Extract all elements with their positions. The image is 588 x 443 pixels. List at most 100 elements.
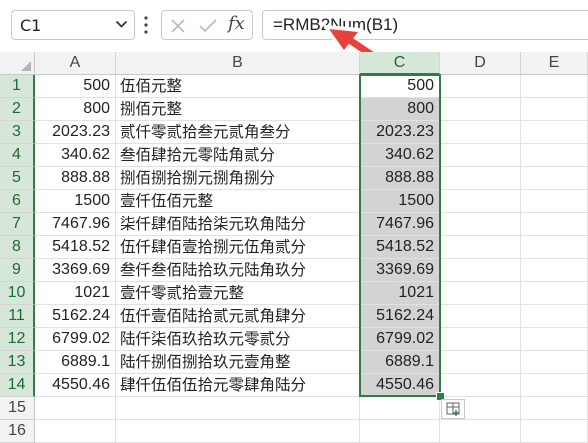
cell-a[interactable]: 500: [35, 75, 116, 98]
row-header[interactable]: 2: [0, 98, 35, 121]
row-header[interactable]: 3: [0, 121, 35, 144]
row-header[interactable]: 13: [0, 351, 35, 374]
cell-b[interactable]: [116, 397, 360, 420]
row-header[interactable]: 15: [0, 397, 35, 420]
cell-e[interactable]: [521, 75, 588, 98]
cell-b[interactable]: 伍仟肆佰壹拾捌元伍角贰分: [116, 236, 360, 259]
cell-d[interactable]: [440, 75, 521, 98]
row-header[interactable]: 10: [0, 282, 35, 305]
cell-b[interactable]: 叁仟叁佰陆拾玖元陆角玖分: [116, 259, 360, 282]
cell-c[interactable]: 6799.02: [360, 328, 440, 351]
row-header[interactable]: 11: [0, 305, 35, 328]
cell-b[interactable]: 叁佰肆拾元零陆角贰分: [116, 144, 360, 167]
cell-e[interactable]: [521, 328, 588, 351]
cell-a[interactable]: [35, 397, 116, 420]
cell-d[interactable]: [440, 190, 521, 213]
cell-e[interactable]: [521, 121, 588, 144]
cell-e[interactable]: [521, 167, 588, 190]
cell-b[interactable]: 捌佰元整: [116, 98, 360, 121]
column-header-d[interactable]: D: [440, 52, 521, 75]
cell-a[interactable]: 2023.23: [35, 121, 116, 144]
cell-e[interactable]: [521, 259, 588, 282]
row-header[interactable]: 14: [0, 374, 35, 397]
cell-c[interactable]: 1500: [360, 190, 440, 213]
more-vertical-icon[interactable]: [144, 15, 148, 35]
cell-d[interactable]: [440, 328, 521, 351]
cell-c[interactable]: 3369.69: [360, 259, 440, 282]
cell-e[interactable]: [521, 213, 588, 236]
cell-a[interactable]: 5162.24: [35, 305, 116, 328]
cell-b[interactable]: 伍仟壹佰陆拾贰元贰角肆分: [116, 305, 360, 328]
chevron-down-icon[interactable]: [115, 19, 128, 29]
cell-c[interactable]: 5418.52: [360, 236, 440, 259]
quick-analysis-button[interactable]: [441, 399, 465, 419]
cell-a[interactable]: 4550.46: [35, 374, 116, 397]
row-header[interactable]: 6: [0, 190, 35, 213]
cell-a[interactable]: 6799.02: [35, 328, 116, 351]
cell-b[interactable]: 壹仟伍佰元整: [116, 190, 360, 213]
cell-d[interactable]: [440, 236, 521, 259]
cell-c[interactable]: 1021: [360, 282, 440, 305]
cell-d[interactable]: [440, 351, 521, 374]
column-header-e[interactable]: E: [521, 52, 588, 75]
row-header[interactable]: 9: [0, 259, 35, 282]
cell-c[interactable]: 7467.96: [360, 213, 440, 236]
column-header-b[interactable]: B: [116, 52, 360, 75]
cell-b[interactable]: 柒仟肆佰陆拾柒元玖角陆分: [116, 213, 360, 236]
cell-b[interactable]: 陆仟捌佰捌拾玖元壹角整: [116, 351, 360, 374]
cell-c[interactable]: 4550.46: [360, 374, 440, 397]
cell-c[interactable]: 340.62: [360, 144, 440, 167]
cell-d[interactable]: [440, 374, 521, 397]
cell-d[interactable]: [440, 121, 521, 144]
row-header[interactable]: 4: [0, 144, 35, 167]
cell-a[interactable]: 1500: [35, 190, 116, 213]
cell-c[interactable]: 888.88: [360, 167, 440, 190]
cell-a[interactable]: 888.88: [35, 167, 116, 190]
cell-c[interactable]: [360, 397, 440, 420]
cell-c[interactable]: 800: [360, 98, 440, 121]
cell-c[interactable]: 500: [360, 75, 440, 98]
cell-c[interactable]: 6889.1: [360, 351, 440, 374]
row-header[interactable]: 8: [0, 236, 35, 259]
cancel-x-icon[interactable]: [170, 18, 186, 34]
cell-d[interactable]: [440, 259, 521, 282]
cell-d[interactable]: [440, 144, 521, 167]
row-header[interactable]: 12: [0, 328, 35, 351]
cell-e[interactable]: [521, 305, 588, 328]
cell-e[interactable]: [521, 282, 588, 305]
formula-input[interactable]: =RMB2Num(B1): [262, 10, 588, 40]
cell-e[interactable]: [521, 144, 588, 167]
cell-c[interactable]: 2023.23: [360, 121, 440, 144]
cell-e[interactable]: [521, 397, 588, 420]
cell-d[interactable]: [440, 282, 521, 305]
cell-d[interactable]: [440, 167, 521, 190]
cell-e[interactable]: [521, 374, 588, 397]
select-all-button[interactable]: [0, 52, 35, 75]
column-header-c[interactable]: C: [360, 52, 440, 75]
cell-a[interactable]: 7467.96: [35, 213, 116, 236]
cell-d[interactable]: [440, 305, 521, 328]
cell-a[interactable]: 5418.52: [35, 236, 116, 259]
cell-b[interactable]: 肆仟伍佰伍拾元零肆角陆分: [116, 374, 360, 397]
insert-function-icon[interactable]: fx: [228, 13, 245, 34]
row-header[interactable]: 7: [0, 213, 35, 236]
cell-b[interactable]: 捌佰捌拾捌元捌角捌分: [116, 167, 360, 190]
cell-e[interactable]: [521, 190, 588, 213]
cell-e[interactable]: [521, 236, 588, 259]
column-header-a[interactable]: A: [35, 52, 116, 75]
cell-d[interactable]: [440, 213, 521, 236]
name-box[interactable]: C1: [11, 10, 135, 40]
cell-a[interactable]: 1021: [35, 282, 116, 305]
cell-a[interactable]: 3369.69: [35, 259, 116, 282]
confirm-check-icon[interactable]: [198, 18, 218, 34]
cell-e[interactable]: [521, 351, 588, 374]
cell-b[interactable]: 贰仟零贰拾叁元贰角叁分: [116, 121, 360, 144]
cell-e[interactable]: [521, 98, 588, 121]
cell-b[interactable]: 伍佰元整: [116, 75, 360, 98]
cell-d[interactable]: [440, 98, 521, 121]
row-header[interactable]: 5: [0, 167, 35, 190]
cell-a[interactable]: 6889.1: [35, 351, 116, 374]
cell-b[interactable]: 陆仟柒佰玖拾玖元零贰分: [116, 328, 360, 351]
cell-b[interactable]: 壹仟零贰拾壹元整: [116, 282, 360, 305]
cell-a[interactable]: 340.62: [35, 144, 116, 167]
